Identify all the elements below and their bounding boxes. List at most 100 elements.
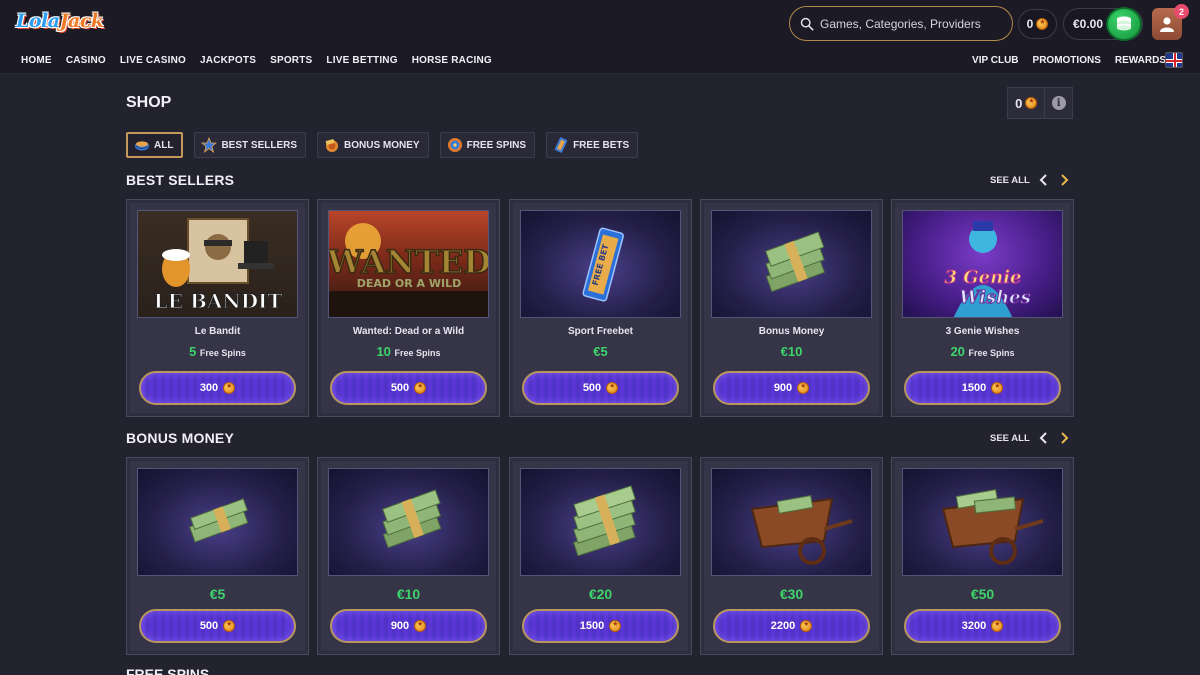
product-card[interactable]: WANTED DEAD OR A WILD Wanted: Dead or a … [317, 199, 500, 417]
reward-amount: €5 [593, 344, 608, 359]
nav-jackpots[interactable]: JACKPOTS [200, 55, 256, 66]
product-reward: €10 [701, 344, 882, 359]
money-stack-artwork [382, 489, 442, 549]
reward-amount: 20 [950, 344, 965, 359]
info-button[interactable]: i [1045, 88, 1072, 118]
nav-sports[interactable]: SPORTS [270, 55, 312, 66]
buy-button[interactable]: 2200 [713, 609, 870, 643]
spin-wheel-icon [447, 138, 462, 152]
le-bandit-artwork: LE BANDIT [153, 218, 283, 314]
filter-all[interactable]: ALL [126, 132, 184, 158]
product-reward: €20 [588, 586, 613, 602]
info-icon: i [1051, 96, 1066, 110]
buy-button[interactable]: 1500 [904, 371, 1061, 405]
svg-text:3 Genie: 3 Genie [945, 267, 1022, 288]
filter-bonus-money[interactable]: BONUS MONEY [317, 132, 429, 158]
site-header: LolaJack HOME CASINO LIVE CASINO JACKPOT… [0, 0, 1200, 74]
product-card[interactable]: Bonus Money €10 900 [700, 199, 883, 417]
buy-button[interactable]: 3200 [904, 609, 1061, 643]
product-card[interactable]: LE BANDIT Le Bandit 5 Free Spins 300 [126, 199, 309, 417]
basket-icon [135, 141, 149, 151]
shop-coin-value: 0 [1015, 95, 1023, 111]
chevron-right-icon[interactable] [1058, 174, 1070, 186]
nav-live-betting[interactable]: LIVE BETTING [326, 55, 397, 66]
price-value: 900 [773, 382, 793, 394]
search-box[interactable] [789, 6, 1013, 41]
coin-icon [1025, 97, 1038, 109]
deposit-button[interactable] [1106, 7, 1142, 41]
product-card[interactable]: 3 Genie Wishes 3 Genie Wishes 20 Free Sp… [891, 199, 1074, 417]
bonus-money-see-all[interactable]: SEE ALL [990, 433, 1030, 444]
buy-button[interactable]: 500 [330, 371, 487, 405]
price-value: 1500 [961, 382, 987, 394]
product-name: 3 Genie Wishes [945, 326, 1020, 337]
nav-vip-club[interactable]: VIP CLUB [972, 55, 1019, 66]
product-card[interactable]: €5 500 [126, 457, 309, 655]
product-card[interactable]: €30 2200 [700, 457, 883, 655]
buy-button[interactable]: 1500 [522, 609, 679, 643]
search-input[interactable] [820, 16, 1000, 31]
filter-free-bets[interactable]: FREE BETS [546, 132, 639, 158]
nav-live-casino[interactable]: LIVE CASINO [120, 55, 186, 66]
coin-icon [414, 620, 427, 632]
best-sellers-see-all[interactable]: SEE ALL [990, 175, 1030, 186]
product-card[interactable]: €10 900 [317, 457, 500, 655]
nav-home[interactable]: HOME [21, 55, 52, 66]
buy-button[interactable]: 300 [139, 371, 296, 405]
category-filters: ALL BEST SELLERS BONUS MONEY FREE SPINS … [126, 132, 649, 158]
product-card[interactable]: FREE BET Sport Freebet €5 500 [509, 199, 692, 417]
money-stack-small-image [137, 468, 298, 576]
genie-image: 3 Genie Wishes [902, 210, 1063, 318]
ticket-artwork: FREE BET [582, 227, 624, 302]
product-reward: €10 [396, 586, 421, 602]
reward-amount: 5 [189, 344, 197, 359]
filter-best-sellers[interactable]: BEST SELLERS [194, 132, 307, 158]
secondary-nav: VIP CLUB PROMOTIONS REWARDS [958, 55, 1166, 66]
bonus-money-row: €5 500 €10 900 [126, 457, 1074, 657]
money-bag-icon [325, 139, 339, 152]
buy-button[interactable]: 500 [139, 609, 296, 643]
buy-button[interactable]: 900 [713, 371, 870, 405]
coin-icon [414, 382, 427, 394]
money-cart-image [711, 468, 872, 576]
coin-icon [223, 382, 236, 394]
uk-flag-icon[interactable] [1165, 52, 1183, 68]
money-cart-full-artwork [941, 489, 1044, 565]
page-title: SHOP [126, 94, 172, 111]
coin-icon [800, 620, 813, 632]
main-nav: HOME CASINO LIVE CASINO JACKPOTS SPORTS … [21, 55, 506, 66]
nav-horse-racing[interactable]: HORSE RACING [412, 55, 492, 66]
nav-rewards[interactable]: REWARDS [1115, 55, 1166, 66]
svg-text:Wishes: Wishes [959, 287, 1031, 308]
filter-free-spins[interactable]: FREE SPINS [439, 132, 536, 158]
price-value: 500 [582, 382, 602, 394]
money-stack-image [711, 210, 872, 318]
buy-button[interactable]: 900 [330, 609, 487, 643]
price-value: 2200 [770, 620, 796, 632]
coin-icon [609, 620, 622, 632]
lolajack-logo[interactable]: LolaJack [16, 10, 104, 38]
coin-balance[interactable]: 0 [1018, 9, 1057, 39]
nav-promotions[interactable]: PROMOTIONS [1033, 55, 1101, 66]
shop-coin-amount: 0 [1008, 88, 1046, 118]
genie-artwork: 3 Genie Wishes [944, 221, 1031, 317]
product-card[interactable]: €20 1500 [509, 457, 692, 655]
free-bet-ticket-image: FREE BET [520, 210, 681, 318]
money-stack-large-image [520, 468, 681, 576]
product-card[interactable]: €50 3200 [891, 457, 1074, 655]
chevron-left-icon[interactable] [1038, 432, 1050, 444]
chevron-right-icon[interactable] [1058, 432, 1070, 444]
best-sellers-row: LE BANDIT Le Bandit 5 Free Spins 300 WAN… [126, 199, 1074, 419]
chevron-left-icon[interactable] [1038, 174, 1050, 186]
nav-casino[interactable]: CASINO [66, 55, 106, 66]
user-icon [1160, 17, 1174, 32]
price-value: 500 [199, 620, 219, 632]
money-stack-artwork [765, 231, 826, 293]
best-sellers-title: BEST SELLERS [126, 172, 235, 188]
filter-best-sellers-label: BEST SELLERS [221, 139, 298, 151]
logo-text-jack: Jack [59, 10, 105, 32]
buy-button[interactable]: 500 [522, 371, 679, 405]
price-value: 900 [390, 620, 410, 632]
product-reward: €30 [779, 586, 804, 602]
coin-icon [223, 620, 236, 632]
